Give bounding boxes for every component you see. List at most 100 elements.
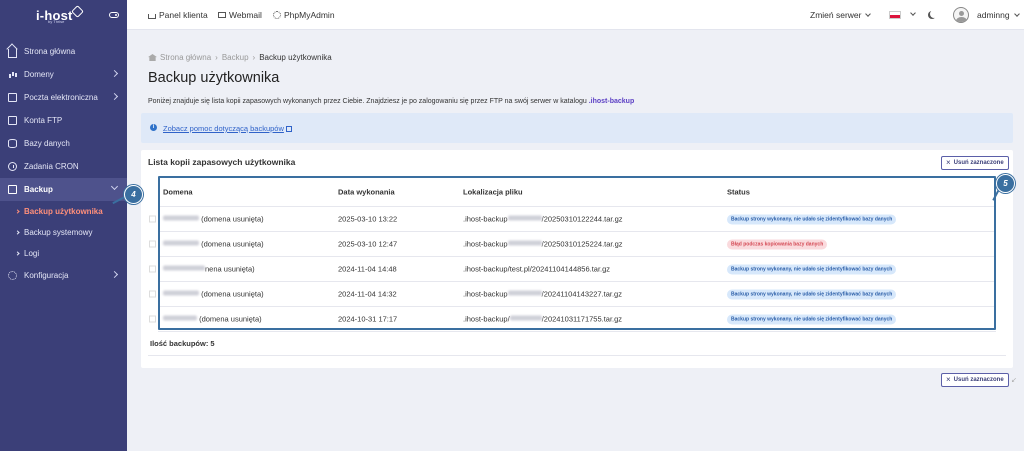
sidebar-item-backup[interactable]: Backup	[0, 178, 127, 201]
row-location: .ihost-backup	[463, 239, 508, 249]
row-checkbox[interactable]	[149, 265, 156, 273]
avatar[interactable]	[953, 7, 969, 23]
table-row[interactable]: (domena usunięta) 2024-10-31 17:17 .ihos…	[149, 307, 996, 332]
panel-link-label: Panel klienta	[159, 10, 208, 20]
sidebar: i-host by Thrise Strona główna Domeny Po…	[0, 0, 127, 451]
table-row[interactable]: nena usunięta) 2024-11-04 14:48 .ihost-b…	[149, 257, 996, 282]
row-date: 2025-03-10 13:22	[338, 214, 398, 224]
sidebar-nav: Strona główna Domeny Poczta elektroniczn…	[0, 30, 127, 287]
sidebar-item-label: Konfiguracja	[24, 271, 69, 280]
row-domain: (domena usunięta)	[201, 214, 264, 224]
row-location-file: /20250310125224.tar.gz	[541, 239, 623, 249]
sidebar-item-label: Konta FTP	[24, 116, 63, 125]
redacted-path	[507, 240, 542, 246]
redacted-domain	[163, 315, 197, 321]
divider	[148, 355, 1006, 356]
col-location[interactable]: Lokalizacja pliku	[463, 188, 523, 197]
breadcrumb-current: Backup użytkownika	[259, 53, 332, 62]
row-date: 2024-11-04 14:32	[338, 289, 397, 299]
redacted-domain	[163, 240, 199, 246]
panel-link[interactable]: Panel klienta	[148, 10, 208, 20]
row-domain: (domena usunięta)	[201, 239, 264, 249]
row-location: .ihost-backup	[463, 214, 508, 224]
sidebar-subitem-label: Backup systemowy	[24, 228, 93, 237]
step-marker-4: 4	[124, 185, 143, 204]
bar-chart-icon	[8, 70, 17, 79]
sidebar-toggle-icon[interactable]	[109, 12, 119, 18]
row-location-file: /20250310122244.tar.gz	[541, 214, 623, 224]
home-icon	[148, 14, 156, 19]
sidebar-item-home[interactable]: Strona główna	[0, 40, 127, 63]
logo[interactable]: i-host by Thrise	[0, 0, 127, 30]
table-row[interactable]: (domena usunięta) 2025-03-10 13:22 .ihos…	[149, 207, 996, 232]
server-select[interactable]: Zmień serwer	[810, 10, 872, 20]
row-location-file: /20241104143227.tar.gz	[541, 289, 622, 299]
chevron-right-icon	[110, 270, 119, 279]
row-checkbox[interactable]	[149, 315, 156, 323]
sidebar-item-ftp[interactable]: Konta FTP	[0, 109, 127, 132]
mail-icon	[218, 12, 226, 18]
col-status[interactable]: Status	[727, 188, 750, 197]
col-domain[interactable]: Domena	[163, 188, 193, 197]
sidebar-item-mail[interactable]: Poczta elektroniczna	[0, 86, 127, 109]
chevron-down-icon	[1013, 11, 1020, 17]
table-header: Domena Data wykonania Lokalizacja pliku …	[158, 178, 996, 207]
webmail-link-label: Webmail	[229, 10, 262, 20]
col-date[interactable]: Data wykonania	[338, 188, 395, 197]
row-location: .ihost-backup/	[463, 314, 510, 324]
user-menu[interactable]: adminng	[977, 10, 1020, 20]
topbar: Panel klienta Webmail PhpMyAdmin Zmień s…	[127, 0, 1024, 30]
sidebar-item-label: Domeny	[24, 70, 54, 79]
breadcrumb-backup[interactable]: Backup	[222, 53, 249, 62]
breadcrumb: Strona główna › Backup › Backup użytkown…	[148, 53, 332, 62]
page-title: Backup użytkownika	[148, 70, 280, 86]
backup-dir: .ihost-backup	[588, 98, 635, 105]
redacted-path	[507, 215, 542, 221]
home-icon	[8, 48, 17, 58]
sidebar-subitem-user-backup[interactable]: Backup użytkownika	[0, 201, 127, 222]
row-checkbox[interactable]	[149, 290, 156, 298]
sidebar-subitem-system-backup[interactable]: Backup systemowy	[0, 222, 127, 243]
sidebar-item-label: Backup	[24, 185, 53, 194]
logo-subtitle: by Thrise	[48, 19, 65, 24]
clock-icon	[8, 162, 17, 171]
table-row[interactable]: (domena usunięta) 2024-11-04 14:32 .ihos…	[149, 282, 996, 307]
chevron-right-icon	[15, 209, 20, 214]
card-title: Lista kopii zapasowych użytkownika	[148, 157, 296, 167]
chevron-down-icon	[865, 11, 872, 17]
phpmyadmin-link-label: PhpMyAdmin	[284, 10, 335, 20]
help-link[interactable]: Zobacz pomoc dotyczącą backupów	[163, 124, 292, 133]
breadcrumb-home[interactable]: Strona główna	[160, 53, 211, 62]
sidebar-item-label: Poczta elektroniczna	[24, 93, 98, 102]
phpmyadmin-link[interactable]: PhpMyAdmin	[273, 10, 335, 20]
backup-list-card: Lista kopii zapasowych użytkownika × Usu…	[141, 150, 1013, 368]
info-icon: i	[150, 124, 157, 131]
chevron-down-icon[interactable]	[910, 10, 916, 16]
server-select-label: Zmień serwer	[810, 10, 862, 20]
chevron-right-icon	[110, 69, 119, 78]
row-location-file: /20241031171755.tar.gz	[541, 314, 623, 324]
gear-icon	[8, 271, 17, 280]
row-checkbox[interactable]	[149, 240, 156, 248]
delete-selected-button-bottom[interactable]: × Usuń zaznaczone	[941, 373, 1009, 387]
database-icon	[8, 139, 17, 148]
sidebar-item-databases[interactable]: Bazy danych	[0, 132, 127, 155]
sidebar-item-label: Bazy danych	[24, 139, 70, 148]
table-row[interactable]: (domena usunięta) 2025-03-10 12:47 .ihos…	[149, 232, 996, 257]
sidebar-subitem-logs[interactable]: Logi	[0, 243, 127, 264]
dark-mode-icon[interactable]	[930, 10, 938, 18]
webmail-link[interactable]: Webmail	[218, 10, 262, 20]
intro-text: Poniżej znajduje się lista kopii zapasow…	[148, 98, 635, 105]
redacted-domain	[163, 215, 199, 221]
sidebar-item-cron[interactable]: Zadania CRON	[0, 155, 127, 178]
mail-icon	[8, 93, 17, 102]
row-checkbox[interactable]	[149, 215, 156, 223]
logo-mark-icon	[71, 5, 84, 18]
language-flag-icon[interactable]	[889, 11, 901, 19]
sidebar-item-label: Strona główna	[24, 47, 76, 56]
delete-selected-button[interactable]: × Usuń zaznaczone	[941, 156, 1009, 170]
chevron-right-icon	[15, 251, 20, 256]
sidebar-item-config[interactable]: Konfiguracja	[0, 264, 127, 287]
sidebar-item-domains[interactable]: Domeny	[0, 63, 127, 86]
gear-icon	[273, 11, 281, 19]
